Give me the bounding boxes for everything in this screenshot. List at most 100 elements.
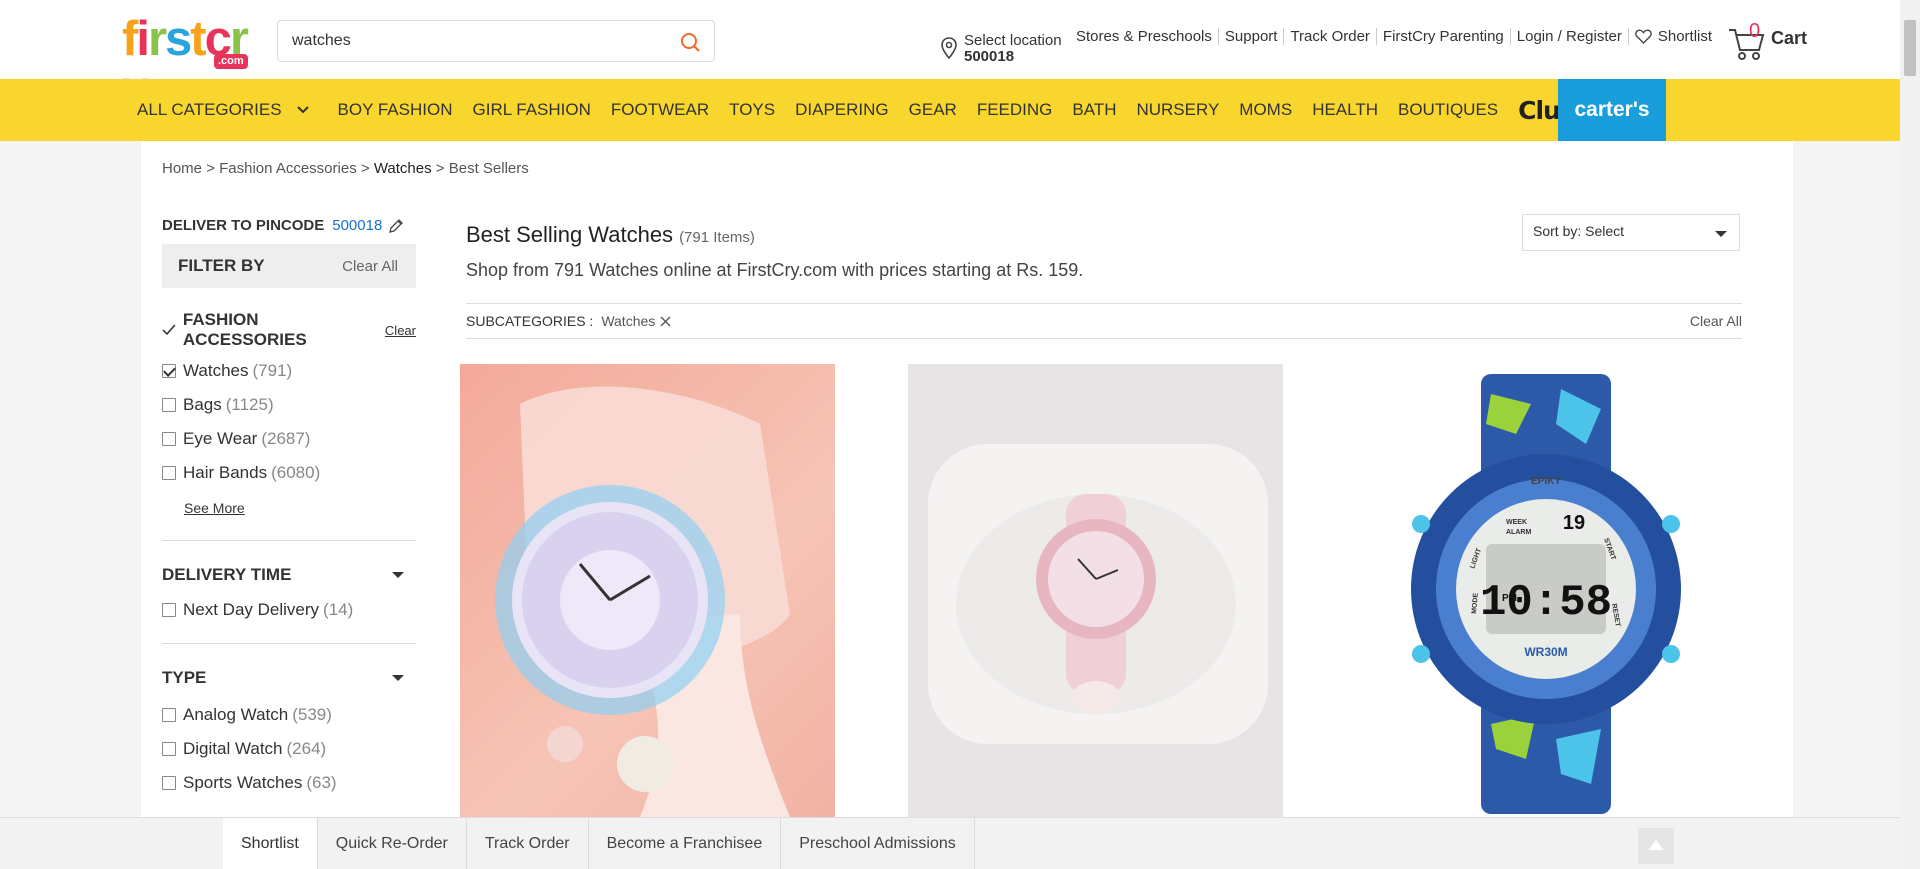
location-label: Select location [964, 32, 1062, 49]
nav-nursery[interactable]: NURSERY [1136, 100, 1219, 120]
filter-delivery-time: DELIVERY TIME Next Day Delivery (14) [162, 565, 416, 627]
heart-icon [1635, 29, 1652, 44]
scroll-to-top-button[interactable] [1638, 828, 1674, 864]
breadcrumb-home[interactable]: Home [162, 160, 202, 177]
link-shortlist[interactable]: Shortlist [1627, 28, 1718, 45]
bottom-become-franchisee[interactable]: Become a Franchisee [589, 818, 782, 869]
link-login-register[interactable]: Login / Register [1509, 28, 1628, 45]
nav-footwear[interactable]: FOOTWEAR [611, 100, 709, 120]
option-label: Eye Wear [183, 429, 258, 448]
breadcrumb-watches[interactable]: Watches [374, 160, 432, 177]
search-input[interactable] [292, 32, 662, 50]
shortlist-label: Shortlist [1657, 28, 1713, 45]
checkbox[interactable] [162, 708, 176, 722]
logo-letter: t [190, 12, 206, 66]
scrollbar-thumb[interactable] [1904, 20, 1916, 76]
cart-icon [1729, 29, 1765, 60]
filter-option-next-day[interactable]: Next Day Delivery (14) [162, 593, 416, 627]
subcategories-bar: SUBCATEGORIES : Watches Clear All [466, 303, 1742, 339]
breadcrumb-sep: > [206, 160, 215, 177]
fashion-accessories-clear[interactable]: Clear [385, 323, 416, 338]
filter-option-digital[interactable]: Digital Watch (264) [162, 732, 416, 766]
checkbox[interactable] [162, 742, 176, 756]
logo-letter: s [165, 12, 192, 66]
nav-boy-fashion[interactable]: BOY FASHION [338, 100, 453, 120]
option-label: Hair Bands [183, 463, 268, 482]
nav-carters-logo[interactable]: carter's [1558, 79, 1666, 141]
close-icon[interactable] [660, 316, 671, 327]
nav-girl-fashion[interactable]: GIRL FASHION [473, 100, 591, 120]
nav-feeding[interactable]: FEEDING [977, 100, 1053, 120]
checkbox[interactable] [162, 776, 176, 790]
filter-option-watches[interactable]: Watches (791) [162, 354, 416, 388]
filter-option-analog[interactable]: Analog Watch (539) [162, 698, 416, 732]
subcategory-chip-watches[interactable]: Watches [601, 313, 671, 329]
product-card-image[interactable]: 10:58 EPIKY 19 PM WR30M WEEK ALARM LIGHT… [1356, 364, 1731, 817]
see-more-link[interactable]: See More [184, 500, 245, 516]
option-count: (14) [323, 600, 354, 619]
nav-all-categories[interactable]: ALL CATEGORIES [137, 100, 310, 120]
link-support[interactable]: Support [1217, 28, 1284, 45]
search-bar[interactable] [277, 20, 715, 62]
nav-toys[interactable]: TOYS [729, 100, 775, 120]
filter-option-bags[interactable]: Bags (1125) [162, 388, 416, 422]
product-card-image[interactable] [908, 364, 1283, 817]
filter-fashion-accessories: FASHION ACCESSORIES Clear Watches (791) B… [162, 310, 416, 518]
caret-down-icon [392, 572, 404, 578]
nav-health[interactable]: HEALTH [1312, 100, 1378, 120]
filter-type: TYPE Analog Watch (539) Digital Watch (264… [162, 668, 416, 800]
chevron-down-icon [296, 106, 309, 114]
filter-option-hair-bands[interactable]: Hair Bands (6080) [162, 456, 416, 490]
logo-letter: r [147, 12, 167, 66]
delivery-time-header[interactable]: DELIVERY TIME [162, 565, 416, 585]
nav-moms[interactable]: MOMS [1239, 100, 1292, 120]
product-card-image[interactable] [460, 364, 835, 817]
nav-diapering[interactable]: DIAPERING [795, 100, 889, 120]
nav-boutiques[interactable]: BOUTIQUES [1398, 100, 1498, 120]
type-header[interactable]: TYPE [162, 668, 416, 688]
checkbox[interactable] [162, 398, 176, 412]
link-stores-preschools[interactable]: Stores & Preschools [1070, 28, 1218, 45]
cart-button[interactable]: 0 Cart [1727, 20, 1807, 62]
breadcrumb: Home > Fashion Accessories > Watches > B… [162, 160, 529, 177]
dropdown-arrow-icon [1715, 231, 1727, 237]
bottom-preschool-admissions[interactable]: Preschool Admissions [781, 818, 975, 869]
checkbox[interactable] [162, 466, 176, 480]
location-selector[interactable]: Select location 500018 [940, 32, 1062, 64]
deliver-label: DELIVER TO PINCODE [162, 217, 325, 234]
bottom-shortlist[interactable]: Shortlist [223, 818, 318, 869]
search-icon[interactable] [678, 30, 702, 54]
divider [162, 643, 416, 644]
checkbox[interactable] [162, 603, 176, 617]
location-pin-icon [941, 37, 957, 59]
option-count: (539) [292, 705, 332, 724]
product-image-light-up-watch [495, 386, 790, 817]
link-track-order[interactable]: Track Order [1283, 28, 1375, 45]
filter-option-eye-wear[interactable]: Eye Wear (2687) [162, 422, 416, 456]
nav-gear[interactable]: GEAR [909, 100, 957, 120]
checkbox[interactable] [162, 364, 176, 378]
nav-bath[interactable]: BATH [1072, 100, 1116, 120]
bottom-track-order[interactable]: Track Order [467, 818, 589, 869]
category-nav: ALL CATEGORIES BOY FASHION GIRL FASHION … [0, 79, 1900, 141]
edit-pencil-icon[interactable] [388, 218, 404, 234]
option-count: (264) [286, 739, 327, 758]
subcategory-clear-all[interactable]: Clear All [1690, 313, 1742, 329]
sort-dropdown[interactable]: Sort by: Select [1522, 214, 1740, 251]
checkbox[interactable] [162, 432, 176, 446]
link-firstcry-parenting[interactable]: FirstCry Parenting [1375, 28, 1510, 45]
page-scrollbar[interactable] [1900, 0, 1920, 869]
deliver-to-pincode: DELIVER TO PINCODE 500018 [162, 217, 416, 234]
option-count: (791) [252, 361, 293, 380]
filter-option-sports[interactable]: Sports Watches (63) [162, 766, 416, 800]
firstcry-logo[interactable]: firstcry .com [122, 12, 266, 114]
deliver-pincode[interactable]: 500018 [332, 217, 382, 234]
digital-time: 10:58 [1480, 578, 1612, 628]
bottom-quick-bar: Shortlist Quick Re-Order Track Order Bec… [0, 817, 1900, 869]
option-label: Digital Watch [183, 739, 283, 758]
clear-all-filters[interactable]: Clear All [342, 258, 398, 275]
filter-by-header: FILTER BY Clear All [162, 244, 416, 288]
breadcrumb-fashion-accessories[interactable]: Fashion Accessories [219, 160, 357, 177]
bottom-quick-reorder[interactable]: Quick Re-Order [318, 818, 467, 869]
option-label: Next Day Delivery [183, 600, 320, 619]
